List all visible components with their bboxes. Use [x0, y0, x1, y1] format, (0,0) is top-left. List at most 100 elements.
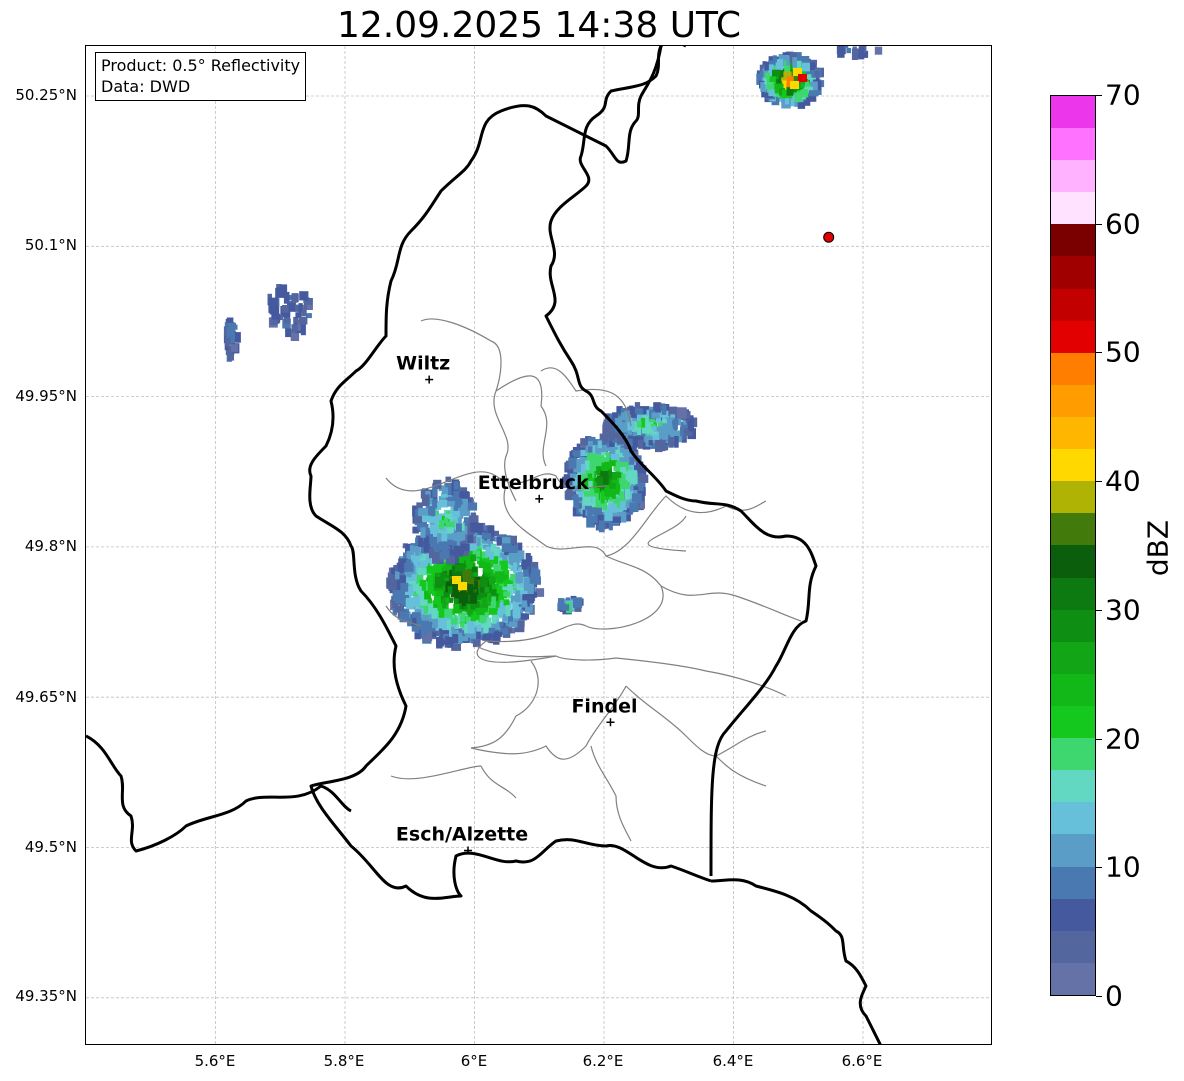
radar-echo-cell — [499, 602, 504, 614]
radar-echo-cell — [648, 440, 653, 446]
radar-echo-cell — [416, 586, 422, 594]
radar-echo-cell — [412, 596, 420, 607]
radar-echo-cell — [476, 607, 485, 616]
radar-echo-cell — [608, 424, 614, 435]
radar-echo-cell — [489, 576, 496, 585]
radar-echo-cell — [580, 438, 588, 446]
radar-echo-cell — [638, 482, 644, 491]
radar-echo-cell — [600, 492, 605, 504]
radar-echo-core — [458, 582, 467, 590]
radar-echo-cell — [609, 482, 616, 489]
radar-echo-cell — [652, 426, 657, 431]
radar-echo-cell — [503, 599, 510, 606]
radar-echo-cell — [285, 328, 292, 338]
radar-echo-cell — [859, 47, 865, 56]
radar-echo-cell — [632, 493, 642, 502]
colorbar-segment — [1051, 449, 1095, 482]
radar-echo-cell — [625, 488, 630, 500]
radar-echo-cell — [496, 537, 502, 546]
radar-echo-cell — [395, 571, 400, 580]
radar-echo-cell — [573, 494, 579, 501]
radar-echo-cell — [661, 404, 667, 415]
radar-echo-cell — [283, 317, 291, 324]
colorbar-tick-mark — [1096, 867, 1102, 869]
colorbar-segment — [1051, 513, 1095, 546]
radar-echo-cell — [503, 591, 511, 597]
colorbar-tick-label: 30 — [1105, 593, 1141, 627]
radar-echo-cell — [405, 597, 414, 610]
colorbar-label: dBZ — [1141, 519, 1175, 577]
colorbar-tick-label: 10 — [1105, 850, 1141, 884]
radar-echo-cell — [602, 502, 608, 511]
colorbar-tick-label: 50 — [1105, 335, 1141, 369]
radar-echo-cell — [455, 498, 462, 505]
colorbar-segment — [1051, 641, 1095, 674]
radar-echo-cell — [604, 509, 613, 521]
colorbar-segment — [1051, 384, 1095, 418]
radar-echo-cell — [608, 503, 617, 511]
city-label: Wiltz — [396, 353, 450, 375]
lat-label: 49.95°N — [15, 387, 77, 405]
radar-echo-cell — [442, 550, 450, 559]
radar-echo-cell — [513, 607, 520, 619]
radar-echo-cell — [508, 553, 519, 564]
radar-echo-cell — [480, 576, 488, 587]
radar-echoes — [223, 46, 883, 651]
colorbar-segment — [1051, 962, 1095, 995]
graticule-grid — [86, 46, 991, 1044]
radar-echo-cell — [421, 614, 430, 621]
radar-echo-cell — [494, 571, 505, 579]
radar-echo-cell — [283, 291, 290, 304]
radar-echo-cell — [437, 603, 443, 611]
colorbar-segment — [1051, 545, 1095, 578]
radar-echo-cell — [270, 319, 278, 325]
colorbar-tick-label: 20 — [1105, 722, 1141, 756]
radar-echo-cell — [801, 62, 810, 72]
radar-echo-cell — [470, 614, 477, 622]
radar-echo-cell — [470, 522, 479, 532]
radar-echo-cell — [659, 439, 666, 452]
radar-echo-cell — [292, 293, 298, 303]
radar-echo-cell — [470, 512, 477, 524]
radar-echo-cell — [531, 567, 539, 577]
lon-label: 6.4°E — [712, 1052, 754, 1070]
radar-echo-cell — [441, 487, 449, 494]
radar-echo-cell — [231, 344, 238, 352]
radar-echo-cell — [584, 460, 590, 471]
radar-echo-cell — [672, 420, 679, 426]
radar-echo-cell — [298, 316, 308, 325]
radar-echo-cell — [481, 533, 492, 539]
radar-echo-cell — [431, 607, 438, 619]
colorbar-segment — [1051, 417, 1095, 450]
radar-echo-cell — [307, 299, 313, 305]
radar-echo-cell — [432, 499, 438, 509]
colorbar-tick-mark — [1096, 95, 1102, 96]
radar-echo-cell — [487, 633, 493, 639]
radar-echo-cell — [430, 538, 436, 548]
radar-echo-cell — [521, 559, 528, 570]
lon-label: 6°E — [460, 1052, 488, 1070]
colorbar-segment — [1051, 577, 1095, 610]
radar-echo-cell — [676, 407, 687, 419]
radar-echo-cell — [454, 604, 460, 614]
radar-echo-cell — [432, 487, 438, 498]
colorbar-tick-mark — [1096, 996, 1102, 997]
radar-echo-cell — [800, 82, 805, 88]
radar-echo-cell — [452, 510, 460, 518]
radar-echo-cell — [444, 609, 453, 618]
radar-echo-cell — [530, 561, 539, 569]
colorbar-segment — [1051, 930, 1095, 963]
radar-echo-cell — [461, 543, 470, 552]
radar-echo-core — [790, 81, 799, 89]
radar-echo-cell — [299, 291, 309, 301]
radar-map[interactable]: Wiltz Ettelbruck Findel Esch/Alzette Produc… — [85, 45, 992, 1045]
radar-echo-cell — [491, 616, 497, 624]
radar-echo-cell — [592, 507, 602, 515]
radar-echo-cell — [651, 412, 660, 419]
radar-echo-cell — [300, 324, 306, 336]
radar-echo-cell — [435, 576, 443, 588]
radar-echo-cell — [388, 584, 397, 590]
radar-echo-cell — [438, 520, 444, 530]
radar-echo-cell — [794, 91, 802, 102]
lat-label: 49.5°N — [24, 838, 77, 856]
